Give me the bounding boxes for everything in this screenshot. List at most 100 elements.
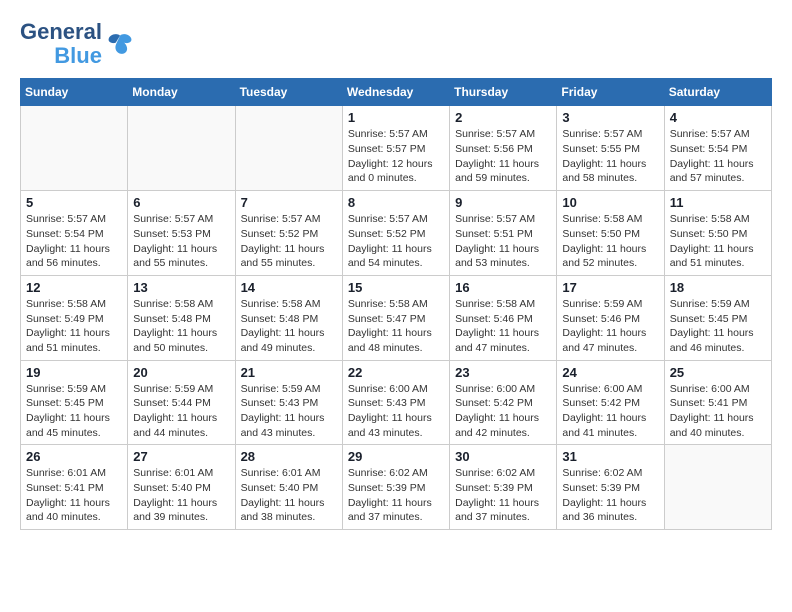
logo-bird-icon [106,30,134,58]
calendar-cell: 24Sunrise: 6:00 AM Sunset: 5:42 PM Dayli… [557,360,664,445]
logo: General Blue [20,20,134,68]
day-number: 1 [348,110,444,125]
day-number: 29 [348,449,444,464]
calendar-cell: 8Sunrise: 5:57 AM Sunset: 5:52 PM Daylig… [342,191,449,276]
day-info: Sunrise: 5:58 AM Sunset: 5:46 PM Dayligh… [455,297,551,356]
day-info: Sunrise: 5:57 AM Sunset: 5:54 PM Dayligh… [26,212,122,271]
calendar-cell: 28Sunrise: 6:01 AM Sunset: 5:40 PM Dayli… [235,445,342,530]
calendar-cell: 1 Sunrise: 5:57 AM Sunset: 5:57 PM Daylig… [342,106,449,191]
day-number: 14 [241,280,337,295]
weekday-header-tuesday: Tuesday [235,79,342,106]
day-info: Sunrise: 5:58 AM Sunset: 5:48 PM Dayligh… [133,297,229,356]
day-info: Sunrise: 5:58 AM Sunset: 5:50 PM Dayligh… [670,212,766,271]
calendar-cell [21,106,128,191]
calendar-cell: 9Sunrise: 5:57 AM Sunset: 5:51 PM Daylig… [450,191,557,276]
calendar-week-3: 12Sunrise: 5:58 AM Sunset: 5:49 PM Dayli… [21,275,772,360]
day-number: 18 [670,280,766,295]
day-info: Sunrise: 5:57 AM Sunset: 5:56 PM Dayligh… [455,127,551,186]
day-info: Sunrise: 6:01 AM Sunset: 5:40 PM Dayligh… [241,466,337,525]
day-info: Sunrise: 6:02 AM Sunset: 5:39 PM Dayligh… [562,466,658,525]
calendar-cell: 18 Sunrise: 5:59 AM Sunset: 5:45 PM Dayli… [664,275,771,360]
day-info: Sunrise: 5:58 AM Sunset: 5:47 PM Dayligh… [348,297,444,356]
day-number: 24 [562,365,658,380]
day-info: Sunrise: 6:00 AM Sunset: 5:43 PM Dayligh… [348,382,444,441]
day-info: Sunrise: 5:59 AM Sunset: 5:44 PM Dayligh… [133,382,229,441]
day-info: Sunrise: 6:02 AM Sunset: 5:39 PM Dayligh… [348,466,444,525]
day-number: 31 [562,449,658,464]
page-header: General Blue [20,20,772,68]
day-info: Sunrise: 6:01 AM Sunset: 5:41 PM Dayligh… [26,466,122,525]
day-info: Sunrise: 5:59 AM Sunset: 5:46 PM Dayligh… [562,297,658,356]
day-number: 6 [133,195,229,210]
day-info: Sunrise: 5:57 AM Sunset: 5:55 PM Dayligh… [562,127,658,186]
day-number: 17 [562,280,658,295]
day-number: 25 [670,365,766,380]
calendar-cell: 22 Sunrise: 6:00 AM Sunset: 5:43 PM Dayli… [342,360,449,445]
day-number: 10 [562,195,658,210]
logo-blue: Blue [54,44,102,68]
day-info: Sunrise: 5:57 AM Sunset: 5:52 PM Dayligh… [241,212,337,271]
calendar-cell: 19 Sunrise: 5:59 AM Sunset: 5:45 PM Dayli… [21,360,128,445]
calendar-cell: 21 Sunrise: 5:59 AM Sunset: 5:43 PM Dayli… [235,360,342,445]
day-number: 4 [670,110,766,125]
day-info: Sunrise: 5:57 AM Sunset: 5:51 PM Dayligh… [455,212,551,271]
day-number: 7 [241,195,337,210]
day-info: Sunrise: 5:57 AM Sunset: 5:57 PM Dayligh… [348,127,444,186]
day-number: 20 [133,365,229,380]
day-number: 15 [348,280,444,295]
calendar-cell: 5 Sunrise: 5:57 AM Sunset: 5:54 PM Daylig… [21,191,128,276]
calendar-cell: 30 Sunrise: 6:02 AM Sunset: 5:39 PM Dayli… [450,445,557,530]
calendar-cell: 17 Sunrise: 5:59 AM Sunset: 5:46 PM Dayli… [557,275,664,360]
day-number: 30 [455,449,551,464]
calendar-week-4: 19 Sunrise: 5:59 AM Sunset: 5:45 PM Dayli… [21,360,772,445]
day-number: 13 [133,280,229,295]
calendar-week-1: 1 Sunrise: 5:57 AM Sunset: 5:57 PM Daylig… [21,106,772,191]
calendar-cell: 6 Sunrise: 5:57 AM Sunset: 5:53 PM Daylig… [128,191,235,276]
calendar-cell: 16Sunrise: 5:58 AM Sunset: 5:46 PM Dayli… [450,275,557,360]
day-info: Sunrise: 6:02 AM Sunset: 5:39 PM Dayligh… [455,466,551,525]
calendar-cell: 29 Sunrise: 6:02 AM Sunset: 5:39 PM Dayli… [342,445,449,530]
calendar-cell: 11 Sunrise: 5:58 AM Sunset: 5:50 PM Dayli… [664,191,771,276]
weekday-header-wednesday: Wednesday [342,79,449,106]
day-info: Sunrise: 5:57 AM Sunset: 5:53 PM Dayligh… [133,212,229,271]
calendar-cell: 13 Sunrise: 5:58 AM Sunset: 5:48 PM Dayli… [128,275,235,360]
day-number: 11 [670,195,766,210]
calendar-cell: 7 Sunrise: 5:57 AM Sunset: 5:52 PM Daylig… [235,191,342,276]
calendar-cell: 27 Sunrise: 6:01 AM Sunset: 5:40 PM Dayli… [128,445,235,530]
calendar-cell: 31 Sunrise: 6:02 AM Sunset: 5:39 PM Dayli… [557,445,664,530]
calendar-cell [128,106,235,191]
calendar-cell: 26Sunrise: 6:01 AM Sunset: 5:41 PM Dayli… [21,445,128,530]
calendar-cell: 14 Sunrise: 5:58 AM Sunset: 5:48 PM Dayli… [235,275,342,360]
calendar-cell [664,445,771,530]
weekday-header-sunday: Sunday [21,79,128,106]
day-info: Sunrise: 5:59 AM Sunset: 5:45 PM Dayligh… [670,297,766,356]
day-info: Sunrise: 6:01 AM Sunset: 5:40 PM Dayligh… [133,466,229,525]
day-number: 21 [241,365,337,380]
day-info: Sunrise: 5:59 AM Sunset: 5:45 PM Dayligh… [26,382,122,441]
weekday-header-friday: Friday [557,79,664,106]
day-info: Sunrise: 5:58 AM Sunset: 5:49 PM Dayligh… [26,297,122,356]
calendar-cell: 4Sunrise: 5:57 AM Sunset: 5:54 PM Daylig… [664,106,771,191]
day-info: Sunrise: 6:00 AM Sunset: 5:42 PM Dayligh… [455,382,551,441]
day-number: 19 [26,365,122,380]
calendar-cell: 23 Sunrise: 6:00 AM Sunset: 5:42 PM Dayli… [450,360,557,445]
day-number: 22 [348,365,444,380]
day-number: 2 [455,110,551,125]
weekday-header-thursday: Thursday [450,79,557,106]
calendar-cell: 10Sunrise: 5:58 AM Sunset: 5:50 PM Dayli… [557,191,664,276]
logo-general: General [20,20,102,44]
calendar-week-2: 5 Sunrise: 5:57 AM Sunset: 5:54 PM Daylig… [21,191,772,276]
day-info: Sunrise: 5:58 AM Sunset: 5:48 PM Dayligh… [241,297,337,356]
day-number: 23 [455,365,551,380]
calendar-cell: 20 Sunrise: 5:59 AM Sunset: 5:44 PM Dayli… [128,360,235,445]
day-number: 5 [26,195,122,210]
calendar-cell: 15 Sunrise: 5:58 AM Sunset: 5:47 PM Dayli… [342,275,449,360]
weekday-header-monday: Monday [128,79,235,106]
calendar-cell: 25 Sunrise: 6:00 AM Sunset: 5:41 PM Dayli… [664,360,771,445]
day-number: 27 [133,449,229,464]
calendar-week-5: 26Sunrise: 6:01 AM Sunset: 5:41 PM Dayli… [21,445,772,530]
day-info: Sunrise: 5:59 AM Sunset: 5:43 PM Dayligh… [241,382,337,441]
calendar-cell: 12Sunrise: 5:58 AM Sunset: 5:49 PM Dayli… [21,275,128,360]
day-number: 8 [348,195,444,210]
day-info: Sunrise: 6:00 AM Sunset: 5:41 PM Dayligh… [670,382,766,441]
